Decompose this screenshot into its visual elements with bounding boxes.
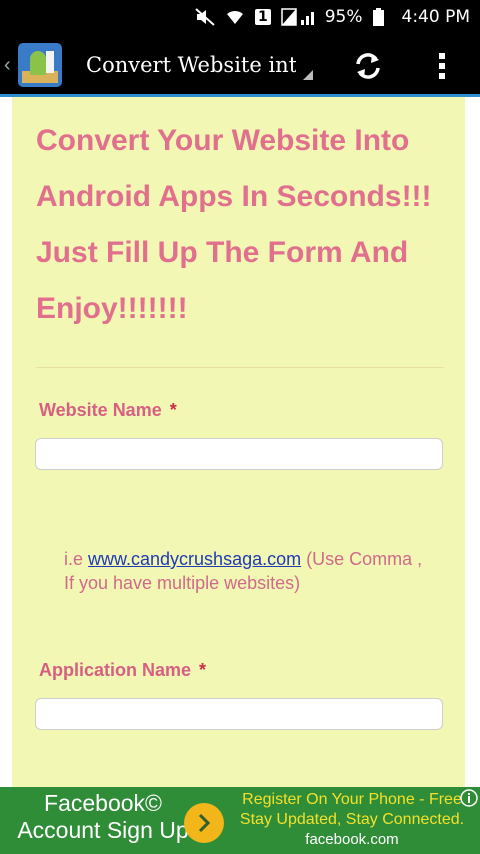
scrollbar[interactable]: [474, 97, 480, 787]
application-name-input[interactable]: [35, 698, 443, 730]
website-name-input[interactable]: [35, 438, 443, 470]
ad-left-text[interactable]: Facebook© Account Sign Up: [0, 787, 206, 854]
hint-prefix: i.e: [64, 549, 89, 569]
section-divider: [36, 367, 444, 368]
ad-info-icon[interactable]: [460, 789, 478, 807]
battery-percent: 95%: [324, 7, 363, 27]
chevron-right-icon[interactable]: [184, 803, 224, 843]
page-heading: Convert Your Website Into Android Apps I…: [36, 124, 432, 325]
form-container: Convert Your Website Into Android Apps I…: [12, 97, 465, 787]
required-mark: *: [169, 400, 177, 420]
website-name-label: Website Name *: [39, 400, 177, 421]
website-hint: i.e www.candycrushsaga.com (Use Comma , …: [64, 547, 434, 595]
app-title[interactable]: Convert Website int..: [86, 45, 296, 85]
battery-icon: [372, 8, 384, 26]
ad-banner[interactable]: Facebook© Account Sign Up Register On Yo…: [0, 787, 480, 854]
required-mark: *: [199, 660, 207, 680]
sim-icon: 1: [254, 9, 271, 25]
signal-icon: [280, 8, 315, 26]
status-bar: 1 95% 4:40 PM: [0, 0, 480, 34]
refresh-icon[interactable]: [352, 50, 384, 82]
hint-link[interactable]: www.candycrushsaga.com: [88, 549, 301, 569]
clock: 4:40 PM: [401, 7, 471, 27]
ad-url[interactable]: facebook.com: [232, 831, 472, 848]
spinner-indicator-icon[interactable]: [303, 70, 313, 80]
overflow-menu-icon[interactable]: [436, 50, 448, 82]
application-name-label: Application Name *: [39, 660, 206, 681]
ad-description[interactable]: Register On Your Phone - Free Stay Updat…: [232, 790, 472, 830]
mute-icon: [195, 8, 215, 26]
up-caret-icon[interactable]: ‹: [4, 54, 14, 77]
website-name-label-text: Website Name: [39, 400, 162, 420]
app-logo-icon[interactable]: [16, 41, 64, 89]
wifi-icon: [225, 8, 245, 26]
application-name-label-text: Application Name: [39, 660, 192, 680]
action-bar: ‹ Convert Website int..: [0, 34, 480, 96]
